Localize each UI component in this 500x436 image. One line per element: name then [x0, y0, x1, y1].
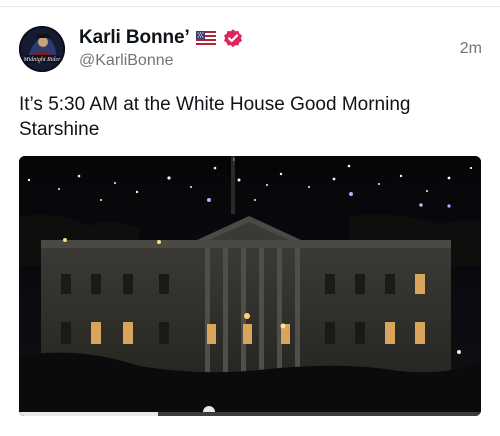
video-player[interactable]: [19, 156, 481, 416]
avatar-logo-text: Midnight Rider: [23, 57, 61, 63]
author-name-row[interactable]: Karli Bonne’: [79, 26, 244, 50]
post-text: It’s 5:30 AM at the White House Good Mor…: [19, 94, 411, 140]
author-handle[interactable]: @KarliBonne: [79, 52, 174, 70]
video-progress-track[interactable]: [19, 412, 481, 416]
display-name[interactable]: Karli Bonne’: [79, 27, 190, 49]
video-frame: [19, 156, 481, 416]
video-progress-fill: [19, 412, 158, 416]
verified-badge-icon: [223, 29, 242, 48]
post-timestamp[interactable]: 2m: [460, 40, 482, 58]
divider: [0, 6, 500, 7]
avatar-image: Midnight Rider: [19, 26, 65, 72]
us-flag-icon: [195, 31, 216, 45]
avatar[interactable]: Midnight Rider: [19, 26, 65, 72]
